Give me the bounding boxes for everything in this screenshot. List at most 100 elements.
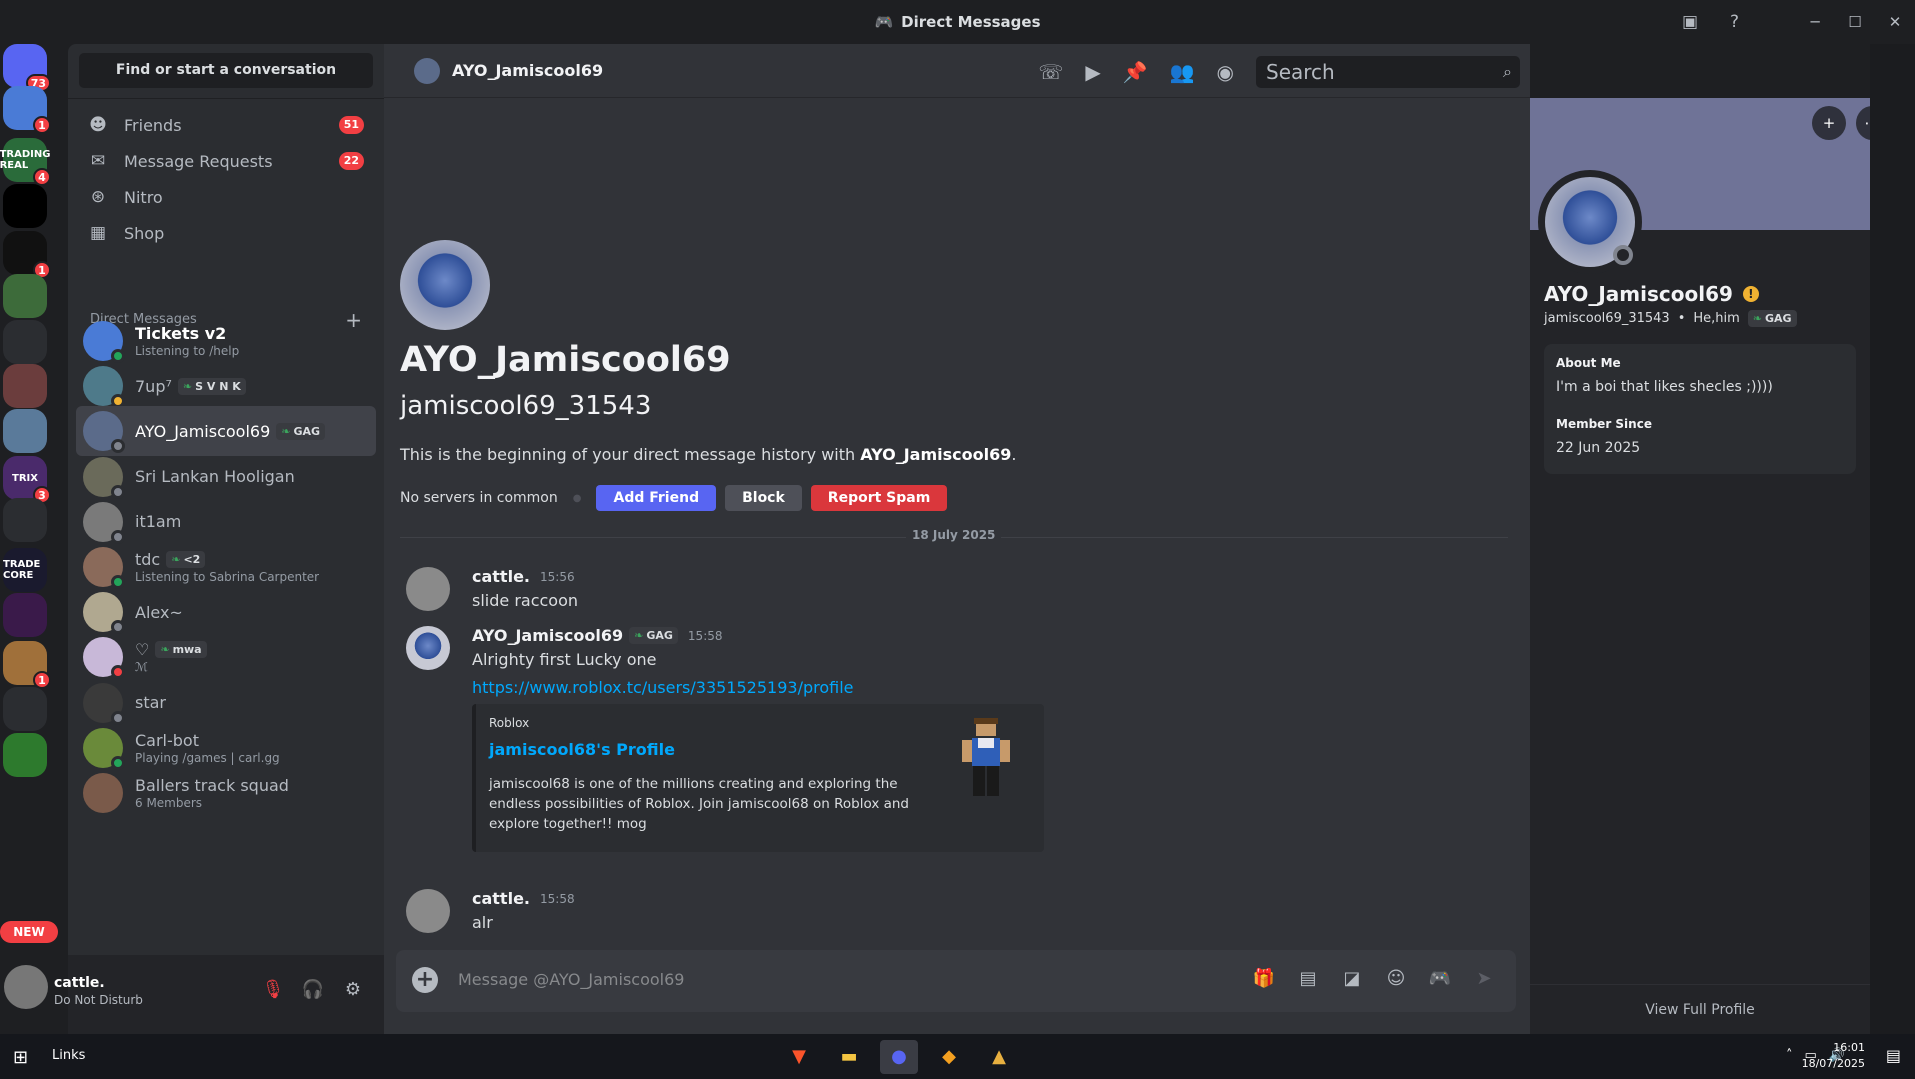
message-input[interactable]: Message @AYO_Jamiscool69 xyxy=(458,970,684,989)
server-icon-anime-server[interactable] xyxy=(3,364,47,408)
dm-item[interactable]: Tickets v2 Listening to /help xyxy=(76,316,376,366)
server-icon-empty-server[interactable] xyxy=(3,320,47,364)
message-author[interactable]: cattle. xyxy=(472,889,530,908)
server-icon-game-server[interactable] xyxy=(3,274,47,318)
nav-item-shop[interactable]: ▦ Shop xyxy=(76,213,376,253)
welcome-avatar[interactable] xyxy=(400,240,490,330)
notifications-icon[interactable]: ▤ xyxy=(1886,1046,1901,1065)
dm-item[interactable]: Carl-bot Playing /games | carl.gg xyxy=(76,723,376,773)
recipient-name[interactable]: AYO_Jamiscool69 xyxy=(452,61,603,80)
server-icon-landscape-server[interactable] xyxy=(3,409,47,453)
dm-item[interactable]: tdc ❧ <2 Listening to Sabrina Carpenter xyxy=(76,542,376,592)
find-conversation-button[interactable]: Find or start a conversation xyxy=(79,53,373,88)
upload-plus-icon[interactable]: + xyxy=(412,967,438,993)
add-friend-button[interactable]: Add Friend xyxy=(596,485,717,511)
server-icon-blank-server[interactable] xyxy=(3,687,47,731)
dm-item[interactable]: AYO_Jamiscool69 ❧ GAG xyxy=(76,406,376,457)
taskbar-links[interactable]: Links xyxy=(52,1048,85,1063)
nav-item-nitro[interactable]: ⊛ Nitro xyxy=(76,177,376,217)
maximize-icon[interactable]: ☐ xyxy=(1835,13,1875,31)
tray-chevron-icon[interactable]: ˄ xyxy=(1786,1048,1793,1063)
message-author[interactable]: cattle. xyxy=(472,567,530,586)
server-icon-green-server[interactable] xyxy=(3,733,47,777)
server-icon-home[interactable]: 73 xyxy=(3,44,51,92)
server-icon-image xyxy=(3,687,47,731)
new-badge[interactable]: NEW xyxy=(0,921,58,943)
app-taskbar-icon[interactable]: ◆ xyxy=(930,1040,968,1074)
dm-name: ♡ xyxy=(135,640,150,660)
server-icon-trading-real[interactable]: TRADING REAL 4 xyxy=(0,138,51,186)
nav-item-message-requests[interactable]: ✉ Message Requests 22 xyxy=(76,141,376,181)
dm-avatar xyxy=(83,456,125,499)
add-friends-to-dm-icon[interactable]: 👥 xyxy=(1170,60,1195,84)
video-call-icon[interactable]: ▶ xyxy=(1085,60,1100,84)
pin-icon[interactable]: 📌 xyxy=(1123,60,1148,84)
add-friend-icon[interactable]: + xyxy=(1812,106,1846,140)
minimize-icon[interactable]: ─ xyxy=(1795,13,1835,31)
warning-icon[interactable]: ! xyxy=(1742,286,1759,302)
sticker-icon[interactable]: ◪ xyxy=(1340,968,1364,989)
server-icon-dark-server[interactable] xyxy=(3,184,47,228)
dm-item[interactable]: it1am xyxy=(76,497,376,547)
view-full-profile-button[interactable]: View Full Profile xyxy=(1530,984,1870,1034)
server-icon-revsrg[interactable] xyxy=(3,593,47,637)
message-avatar[interactable] xyxy=(406,567,450,611)
close-icon[interactable]: ✕ xyxy=(1875,13,1915,31)
server-icon-folder[interactable] xyxy=(3,498,47,542)
message-author[interactable]: AYO_Jamiscool69 xyxy=(472,626,623,645)
activities-controller-icon[interactable]: 🎮 xyxy=(1428,968,1452,989)
game-taskbar-icon[interactable]: ▲ xyxy=(980,1040,1018,1074)
report-spam-button[interactable]: Report Spam xyxy=(810,485,948,511)
server-icon-trix-server[interactable]: TRIX 3 xyxy=(3,456,51,504)
server-icon-roblox[interactable]: 1 xyxy=(3,231,51,279)
dm-item[interactable]: Ballers track squad 6 Members xyxy=(76,768,376,818)
windows-start-icon[interactable]: ⊞ xyxy=(13,1047,28,1068)
message-avatar[interactable] xyxy=(406,626,450,670)
user-avatar[interactable] xyxy=(4,965,48,1009)
embed-title[interactable]: jamiscool68's Profile xyxy=(489,740,675,759)
dm-meta: ♡ ❧ mwa ℳ xyxy=(135,640,207,674)
emoji-icon[interactable]: ☺ xyxy=(1384,968,1408,989)
brave-browser-icon[interactable]: ▼ xyxy=(780,1040,818,1074)
dm-item[interactable]: Sri Lankan Hooligan xyxy=(76,452,376,502)
profile-display-name: AYO_Jamiscool69 xyxy=(1544,282,1733,306)
dm-item[interactable]: Alex~ xyxy=(76,587,376,637)
dm-item[interactable]: 7up⁷ ❧ S V N K xyxy=(76,361,376,411)
profile-avatar[interactable] xyxy=(1538,170,1642,274)
send-icon[interactable]: ➤ xyxy=(1472,968,1496,989)
mic-muted-icon[interactable]: 🎙 xyxy=(260,979,286,1000)
search-input[interactable]: Search ⌕ xyxy=(1256,56,1520,88)
dm-item[interactable]: star xyxy=(76,678,376,728)
gift-icon[interactable]: 🎁 xyxy=(1252,968,1276,989)
date-divider: 18 July 2025 xyxy=(400,528,1508,542)
recipient-avatar[interactable] xyxy=(414,57,440,84)
file-explorer-icon[interactable]: ▬ xyxy=(830,1040,868,1074)
settings-gear-icon[interactable]: ⚙ xyxy=(340,979,366,1000)
server-icon-trade-core[interactable]: TRADE CORE xyxy=(3,548,47,592)
user-profile-toggle-icon[interactable]: ◉ xyxy=(1217,60,1234,84)
server-icon-cookie-server[interactable]: 1 xyxy=(3,641,51,689)
help-icon[interactable]: ? xyxy=(1730,12,1739,32)
nav-item-label: Nitro xyxy=(124,187,163,207)
discord-taskbar-icon[interactable]: ● xyxy=(880,1040,918,1074)
message-time: 15:58 xyxy=(687,628,723,643)
embed-thumbnail[interactable] xyxy=(958,716,1014,800)
gif-icon[interactable]: ▤ xyxy=(1296,968,1320,989)
headphones-icon[interactable]: 🎧 xyxy=(300,979,326,1000)
dm-avatar xyxy=(83,501,125,544)
server-icon-image xyxy=(3,184,47,228)
nav-item-friends[interactable]: ☻ Friends 51 xyxy=(76,105,376,145)
voice-call-icon[interactable]: ☏ xyxy=(1038,60,1063,84)
dm-name-row: Sri Lankan Hooligan xyxy=(135,467,295,486)
separator-dot: • xyxy=(1677,311,1686,326)
server-icon-tickets[interactable]: 1 xyxy=(3,86,51,134)
block-button[interactable]: Block xyxy=(725,485,802,511)
message-composer[interactable]: + Message @AYO_Jamiscool69 🎁 ▤ ◪ ☺ 🎮 ➤ xyxy=(396,950,1516,1012)
message-link[interactable]: https://www.roblox.tc/users/3351525193/p… xyxy=(472,678,854,697)
clock[interactable]: 16:01 18/07/2025 xyxy=(1802,1040,1865,1072)
server-icon-image xyxy=(3,733,47,777)
message-avatar[interactable] xyxy=(406,889,450,933)
inbox-icon[interactable]: ▣ xyxy=(1682,12,1698,32)
dm-item[interactable]: ♡ ❧ mwa ℳ xyxy=(76,632,376,682)
dm-subtitle: Listening to /help xyxy=(135,344,240,358)
